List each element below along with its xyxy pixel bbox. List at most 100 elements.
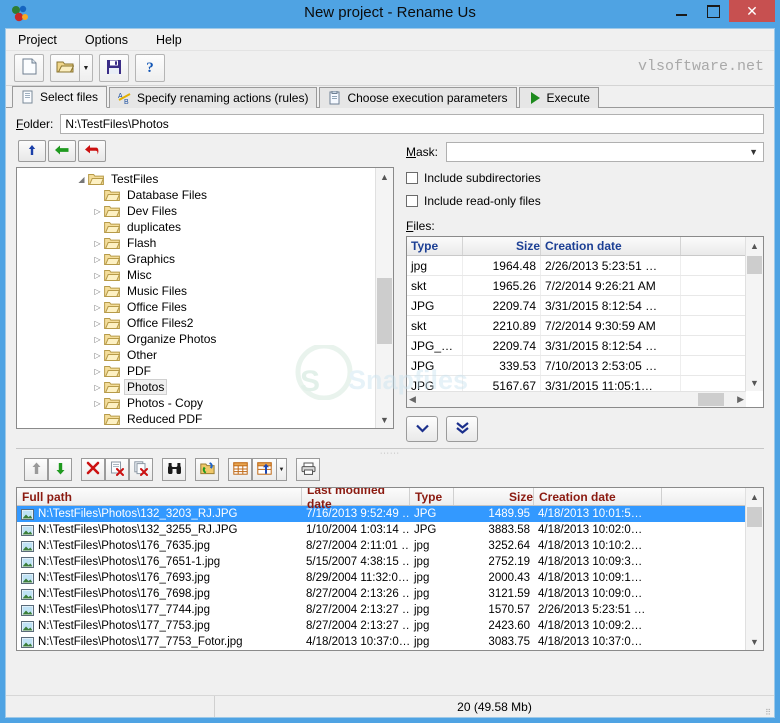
back-button[interactable] bbox=[48, 140, 76, 162]
close-button[interactable]: ✕ bbox=[729, 0, 775, 22]
folder-input[interactable]: N:\TestFiles\Photos bbox=[60, 114, 764, 134]
files-scroll-thumb[interactable] bbox=[747, 256, 762, 274]
menu-help[interactable]: Help bbox=[152, 31, 186, 49]
scroll-down-arrow-icon[interactable]: ▼ bbox=[746, 374, 763, 391]
table-row[interactable]: N:\TestFiles\Photos\177_7744.jpg 8/27/200… bbox=[17, 602, 746, 618]
table-row[interactable]: skt 2210.89 7/2/2014 9:30:59 AM bbox=[407, 316, 746, 336]
tree-scroll-thumb[interactable] bbox=[377, 278, 392, 344]
tree-node[interactable]: ▷ Photos - Copy bbox=[17, 395, 375, 411]
tree-vertical-scrollbar[interactable]: ▲ ▼ bbox=[375, 168, 393, 428]
maximize-button[interactable] bbox=[697, 0, 729, 22]
tab-specify-rules[interactable]: A B Specify renaming actions (rules) bbox=[109, 87, 318, 108]
expand-arrow-icon[interactable]: ▷ bbox=[91, 255, 104, 264]
include-subdirectories-row[interactable]: Include subdirectories bbox=[406, 171, 764, 185]
files-list[interactable]: Type Size Creation date jpg 1964.48 2/26/2… bbox=[406, 236, 764, 408]
expand-arrow-icon[interactable]: ▷ bbox=[91, 207, 104, 216]
files-col-size[interactable]: Size bbox=[463, 237, 541, 255]
folder-tree[interactable]: ◢ TestFiles Database Files ▷ Dev Files duplic… bbox=[16, 167, 394, 429]
main-col-size[interactable]: Size bbox=[454, 488, 534, 505]
scroll-down-arrow-icon[interactable]: ▼ bbox=[746, 633, 763, 650]
table-row[interactable]: N:\TestFiles\Photos\177_7753_Fotor.jpg 4/… bbox=[17, 634, 746, 650]
table-row[interactable]: N:\TestFiles\Photos\132_3255_RJ.JPG 1/10/… bbox=[17, 522, 746, 538]
splitter[interactable]: ······ bbox=[16, 448, 764, 457]
print-button[interactable] bbox=[296, 458, 320, 481]
expand-arrow-icon[interactable]: ▷ bbox=[91, 287, 104, 296]
tab-select-files[interactable]: Select files bbox=[12, 86, 108, 108]
main-col-last-modified[interactable]: Last modified date bbox=[302, 488, 410, 511]
tree-node[interactable]: ▷ Photos bbox=[17, 379, 375, 395]
refresh-button[interactable] bbox=[195, 458, 219, 481]
tree-node[interactable]: duplicates bbox=[17, 219, 375, 235]
scroll-up-arrow-icon[interactable]: ▲ bbox=[376, 168, 393, 185]
include-readonly-row[interactable]: Include read-only files bbox=[406, 194, 764, 208]
expand-arrow-icon[interactable]: ▷ bbox=[91, 335, 104, 344]
main-col-creation[interactable]: Creation date bbox=[534, 488, 662, 505]
menu-project[interactable]: Project bbox=[14, 31, 61, 49]
remove-all-button[interactable] bbox=[129, 458, 153, 481]
scroll-left-arrow-icon[interactable]: ◀ bbox=[409, 394, 416, 405]
menu-options[interactable]: Options bbox=[81, 31, 132, 49]
expand-arrow-icon[interactable]: ▷ bbox=[91, 303, 104, 312]
resize-grip-icon[interactable]: ⠿ bbox=[765, 709, 771, 717]
include-subdirectories-checkbox[interactable] bbox=[406, 172, 418, 184]
files-vertical-scrollbar[interactable]: ▲ ▼ bbox=[745, 237, 763, 391]
files-col-type[interactable]: Type bbox=[407, 237, 463, 255]
tab-execute[interactable]: Execute bbox=[518, 87, 599, 108]
expand-arrow-icon[interactable]: ▷ bbox=[91, 351, 104, 360]
expand-arrow-icon[interactable]: ▷ bbox=[91, 383, 104, 392]
main-vertical-scrollbar[interactable]: ▲ ▼ bbox=[745, 488, 763, 650]
tree-node[interactable]: ▷ Office Files bbox=[17, 299, 375, 315]
move-up-button[interactable] bbox=[24, 458, 48, 481]
add-all-button[interactable] bbox=[446, 416, 478, 442]
tab-execution-parameters[interactable]: Choose execution parameters bbox=[319, 87, 517, 108]
move-down-button[interactable] bbox=[48, 458, 72, 481]
table-row[interactable]: N:\TestFiles\Photos\176_7698.jpg 8/27/200… bbox=[17, 586, 746, 602]
table-row[interactable]: JPG 339.53 7/10/2013 2:53:05 … bbox=[407, 356, 746, 376]
expand-arrow-icon[interactable]: ▷ bbox=[91, 399, 104, 408]
tree-node[interactable]: ▷ PDF bbox=[17, 363, 375, 379]
tree-node[interactable]: ▷ Organize Photos bbox=[17, 331, 375, 347]
remove-selected-button[interactable] bbox=[81, 458, 105, 481]
files-col-creation[interactable]: Creation date bbox=[541, 237, 681, 255]
add-selected-button[interactable] bbox=[406, 416, 438, 442]
selected-files-list[interactable]: Full path Last modified date Type Size C… bbox=[16, 487, 764, 651]
export-dropdown[interactable]: ▼ bbox=[276, 458, 287, 481]
export-button[interactable] bbox=[252, 458, 276, 481]
tree-node[interactable]: ▷ Flash bbox=[17, 235, 375, 251]
main-scroll-thumb[interactable] bbox=[747, 507, 762, 527]
main-col-type[interactable]: Type bbox=[410, 488, 454, 505]
expand-arrow-icon[interactable]: ▷ bbox=[91, 271, 104, 280]
tree-node[interactable]: ◢ TestFiles bbox=[17, 171, 375, 187]
up-one-level-button[interactable] bbox=[18, 140, 46, 162]
include-readonly-checkbox[interactable] bbox=[406, 195, 418, 207]
tree-node[interactable]: ▷ Other bbox=[17, 347, 375, 363]
tree-node[interactable]: ▷ Misc bbox=[17, 267, 375, 283]
table-row[interactable]: JPG 2209.74 3/31/2015 8:12:54 … bbox=[407, 296, 746, 316]
scroll-down-arrow-icon[interactable]: ▼ bbox=[376, 411, 393, 428]
expand-arrow-icon[interactable]: ▷ bbox=[91, 319, 104, 328]
table-row[interactable]: N:\TestFiles\Photos\132_3203_RJ.JPG 7/16/… bbox=[17, 506, 746, 522]
main-col-full-path[interactable]: Full path bbox=[17, 488, 302, 505]
table-row[interactable]: N:\TestFiles\Photos\176_7651-1.jpg 5/15/2… bbox=[17, 554, 746, 570]
remove-file-button[interactable] bbox=[105, 458, 129, 481]
tree-node[interactable]: ▷ Music Files bbox=[17, 283, 375, 299]
scroll-up-arrow-icon[interactable]: ▲ bbox=[746, 488, 763, 505]
mask-combobox[interactable]: ▼ bbox=[446, 142, 764, 162]
help-button[interactable]: ? bbox=[135, 54, 165, 82]
table-row[interactable]: N:\TestFiles\Photos\176_7693.jpg 8/29/200… bbox=[17, 570, 746, 586]
open-project-dropdown[interactable]: ▼ bbox=[79, 54, 93, 82]
collapse-arrow-icon[interactable]: ◢ bbox=[75, 175, 88, 184]
table-row[interactable]: N:\TestFiles\Photos\177_7753.jpg 8/27/200… bbox=[17, 618, 746, 634]
scroll-up-arrow-icon[interactable]: ▲ bbox=[746, 237, 763, 254]
find-button[interactable] bbox=[162, 458, 186, 481]
table-row[interactable]: JPG_… 2209.74 3/31/2015 8:12:54 … bbox=[407, 336, 746, 356]
minimize-button[interactable] bbox=[665, 0, 697, 22]
tree-node[interactable]: ▷ Dev Files bbox=[17, 203, 375, 219]
expand-arrow-icon[interactable]: ▷ bbox=[91, 367, 104, 376]
grid-view-button[interactable] bbox=[228, 458, 252, 481]
save-project-button[interactable] bbox=[99, 54, 129, 82]
open-project-button[interactable] bbox=[50, 54, 79, 82]
tree-node[interactable]: ▷ Office Files2 bbox=[17, 315, 375, 331]
expand-arrow-icon[interactable]: ▷ bbox=[91, 239, 104, 248]
undo-button[interactable] bbox=[78, 140, 106, 162]
